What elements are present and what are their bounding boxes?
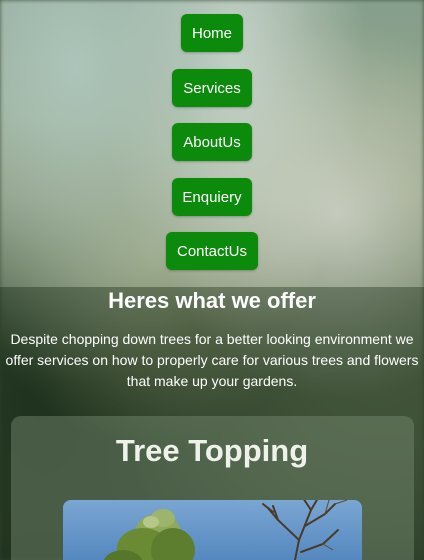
offer-heading: Heres what we offer [108, 288, 316, 313]
nav-home-button[interactable]: Home [181, 14, 243, 52]
offer-description: Despite chopping down trees for a better… [5, 331, 419, 389]
nav-enquiry-button[interactable]: Enquiery [172, 178, 252, 216]
tree-topping-image [63, 500, 362, 560]
service-card-title: Tree Topping [115, 433, 309, 468]
nav-aboutus-button[interactable]: AboutUs [172, 123, 252, 161]
tree-photo-graphic [63, 500, 362, 560]
nav-services-button[interactable]: Services [172, 69, 252, 107]
nav-contactus-button[interactable]: ContactUs [166, 232, 258, 270]
